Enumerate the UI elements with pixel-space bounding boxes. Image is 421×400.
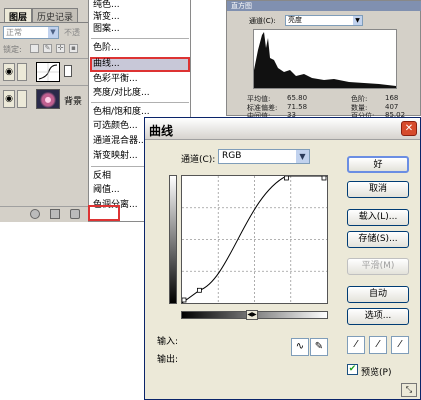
histogram-title: 直方图 <box>227 1 421 11</box>
gradient-toggle-icon[interactable]: ◀▶ <box>246 310 258 320</box>
curves-icon <box>37 63 59 81</box>
curve-tool-icon[interactable]: ∿ <box>291 338 309 356</box>
save-button[interactable]: 存储(S)... <box>347 231 409 248</box>
layer-name: 背景 <box>64 97 83 107</box>
new-group-icon[interactable] <box>70 209 80 219</box>
dialog-titlebar[interactable] <box>145 118 420 140</box>
black-eyedropper-icon[interactable]: ⁄ <box>347 336 365 354</box>
chevron-down-icon: ▼ <box>353 16 362 25</box>
stat-std: 71.58 <box>287 103 308 111</box>
menu-item[interactable]: 亮度/对比度... <box>93 88 150 99</box>
stat-level: 168 <box>385 94 399 102</box>
stat-count: 407 <box>385 103 399 111</box>
curve-graph[interactable] <box>181 175 328 304</box>
preview-label: 预览(P) <box>361 368 392 378</box>
histogram-bars <box>254 32 396 88</box>
layers-footer <box>0 206 95 222</box>
menu-item-curves[interactable]: 曲线... <box>93 59 120 70</box>
close-icon[interactable]: ✕ <box>401 121 417 136</box>
curve-canvas[interactable] <box>181 175 327 304</box>
curves-thumbnail <box>36 62 60 82</box>
menu-separator <box>91 38 189 39</box>
channel-label: 通道(C): <box>181 155 216 165</box>
eye-icon[interactable]: ◉ <box>3 90 15 108</box>
blend-mode-value: 正常 <box>6 28 22 37</box>
opacity-label: 不透 <box>64 28 80 37</box>
lock-pixels-icon[interactable]: ✎ <box>43 44 52 53</box>
lock-position-icon[interactable]: ✛ <box>56 44 65 53</box>
lock-label: 锁定: <box>3 45 22 54</box>
menu-item[interactable]: 可选颜色... <box>93 121 138 132</box>
adjustment-button-highlight[interactable] <box>88 205 120 221</box>
output-gradient-bar <box>169 175 177 304</box>
load-button[interactable]: 载入(L)... <box>347 209 409 226</box>
menu-item[interactable]: 色相/饱和度... <box>93 107 150 118</box>
channel-select[interactable]: RGB ▼ <box>218 149 310 164</box>
white-eyedropper-icon[interactable]: ⁄ <box>391 336 409 354</box>
lock-all-icon[interactable]: ▪ <box>69 44 78 53</box>
menu-item[interactable]: 反相 <box>93 171 111 182</box>
add-mask-icon[interactable] <box>50 209 60 219</box>
layer-row[interactable]: ◉ <box>0 58 95 84</box>
options-button[interactable]: 选项... <box>347 308 409 325</box>
layer-row[interactable]: ◉ 背景 <box>0 85 95 111</box>
chevron-down-icon: ▼ <box>48 27 58 38</box>
stat-mean: 65.80 <box>287 94 308 102</box>
menu-item[interactable]: 色彩平衡... <box>93 74 138 85</box>
curve-control-point[interactable] <box>321 175 327 181</box>
menu-item[interactable]: 图案... <box>93 24 120 35</box>
menu-item[interactable]: 渐变映射... <box>93 151 138 162</box>
histogram-panel: 直方图 通道(C): 亮度 ▼ 平均值: 65.80 标准偏差: 71.58 中… <box>226 0 421 117</box>
blend-mode-select[interactable]: 正常 ▼ <box>3 26 59 39</box>
tab-history[interactable]: 历史记录 <box>32 8 79 23</box>
tab-layers[interactable]: 图层 <box>4 8 33 23</box>
histogram-channel-select[interactable]: 亮度 ▼ <box>285 15 363 26</box>
histogram-graph <box>253 29 397 89</box>
eye-icon[interactable]: ◉ <box>3 63 15 81</box>
pencil-icon[interactable]: ✎ <box>310 338 328 356</box>
background-thumbnail <box>36 89 60 109</box>
curve-control-point[interactable] <box>196 287 202 293</box>
curves-dialog: 曲线 ✕ 通道(C): RGB ▼ ◀▶ 输入: 输出: ∿ ✎ 好 取消 载入… <box>144 117 421 400</box>
menu-item[interactable]: 色阶... <box>93 43 120 54</box>
preview-checkbox[interactable]: ✔ <box>347 364 358 375</box>
chevron-down-icon: ▼ <box>296 150 309 163</box>
link-layers-icon[interactable] <box>30 209 40 219</box>
brush-icon[interactable] <box>17 90 27 108</box>
curve-control-point[interactable] <box>181 297 187 303</box>
tab-divider <box>0 22 95 23</box>
menu-item[interactable]: 纯色... <box>93 0 120 11</box>
input-label: 输入: <box>157 337 179 347</box>
histogram-channel-value: 亮度 <box>288 16 302 24</box>
layer-mask-thumbnail <box>64 65 72 77</box>
channel-value: RGB <box>222 151 242 161</box>
expand-icon[interactable]: ⤡ <box>401 383 417 397</box>
menu-item[interactable]: 通道混合器... <box>93 136 147 147</box>
menu-separator <box>91 102 189 103</box>
menu-item[interactable]: 阈值... <box>93 185 120 196</box>
dialog-title: 曲线 <box>149 124 174 138</box>
histogram-channel-label: 通道(C): <box>249 17 276 25</box>
auto-button[interactable]: 自动 <box>347 286 409 303</box>
cancel-button[interactable]: 取消 <box>347 181 409 198</box>
layers-panel: 图层 历史记录 正常 ▼ 不透 锁定: ✎ ✛ ▪ ◉ ◉ 背景 <box>0 0 96 222</box>
ok-button[interactable]: 好 <box>347 156 409 173</box>
smooth-button[interactable]: 平滑(M) <box>347 258 409 275</box>
output-label: 输出: <box>157 355 179 365</box>
curve-control-point[interactable] <box>284 175 289 181</box>
gray-eyedropper-icon[interactable]: ⁄ <box>369 336 387 354</box>
lock-transparent-icon[interactable] <box>30 44 39 53</box>
menu-item[interactable]: 渐变... <box>93 12 120 23</box>
link-slot[interactable] <box>17 63 27 81</box>
